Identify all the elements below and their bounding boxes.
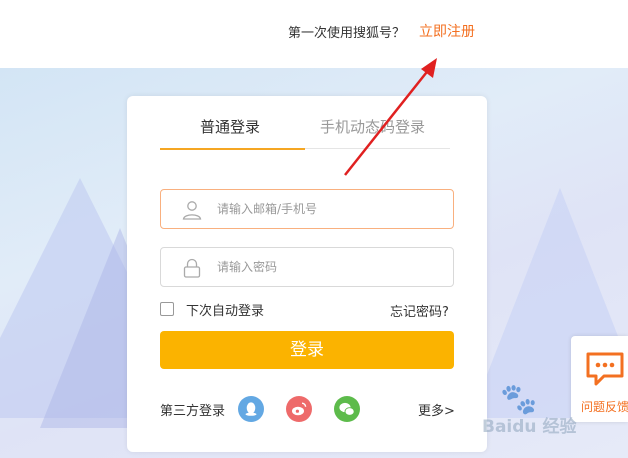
signup-link[interactable]: 立即注册 [419,21,475,41]
qq-icon [245,402,257,416]
weibo-icon [292,402,307,416]
password-field[interactable] [160,247,454,287]
login-button[interactable]: 登录 [160,331,454,369]
feedback-widget[interactable]: 问题反馈 [571,336,628,422]
remember-me[interactable]: 下次自动登录 [160,300,264,319]
chat-bubble-icon [586,352,624,386]
forgot-password-link[interactable]: 忘记密码? [390,301,449,320]
username-field[interactable] [160,189,454,229]
wechat-login-button[interactable] [334,396,360,422]
login-panel: 普通登录 手机动态码登录 下次自动登录 忘记密码? 登录 第三方登录 [127,96,487,452]
remember-me-checkbox[interactable] [160,302,174,316]
wechat-icon [339,402,355,416]
more-login-options-link[interactable]: 更多> [418,400,455,419]
top-bar: 第一次使用搜狐号？ 立即注册 [0,0,628,68]
lock-icon [183,258,201,278]
tab-phone-code-login[interactable]: 手机动态码登录 [320,116,425,137]
third-party-login: 第三方登录 更多> [160,396,455,426]
qq-login-button[interactable] [238,396,264,422]
signup-prompt: 第一次使用搜狐号？ [288,26,406,41]
remember-me-label[interactable]: 下次自动登录 [186,300,264,319]
username-input[interactable] [217,198,437,220]
third-party-label: 第三方登录 [160,404,226,419]
tab-normal-login[interactable]: 普通登录 [200,116,260,137]
weibo-login-button[interactable] [286,396,312,422]
feedback-label: 问题反馈 [581,400,628,414]
login-tabs: 普通登录 手机动态码登录 [160,96,450,150]
user-icon [182,201,202,220]
active-tab-underline [160,148,305,150]
password-input[interactable] [217,256,437,278]
